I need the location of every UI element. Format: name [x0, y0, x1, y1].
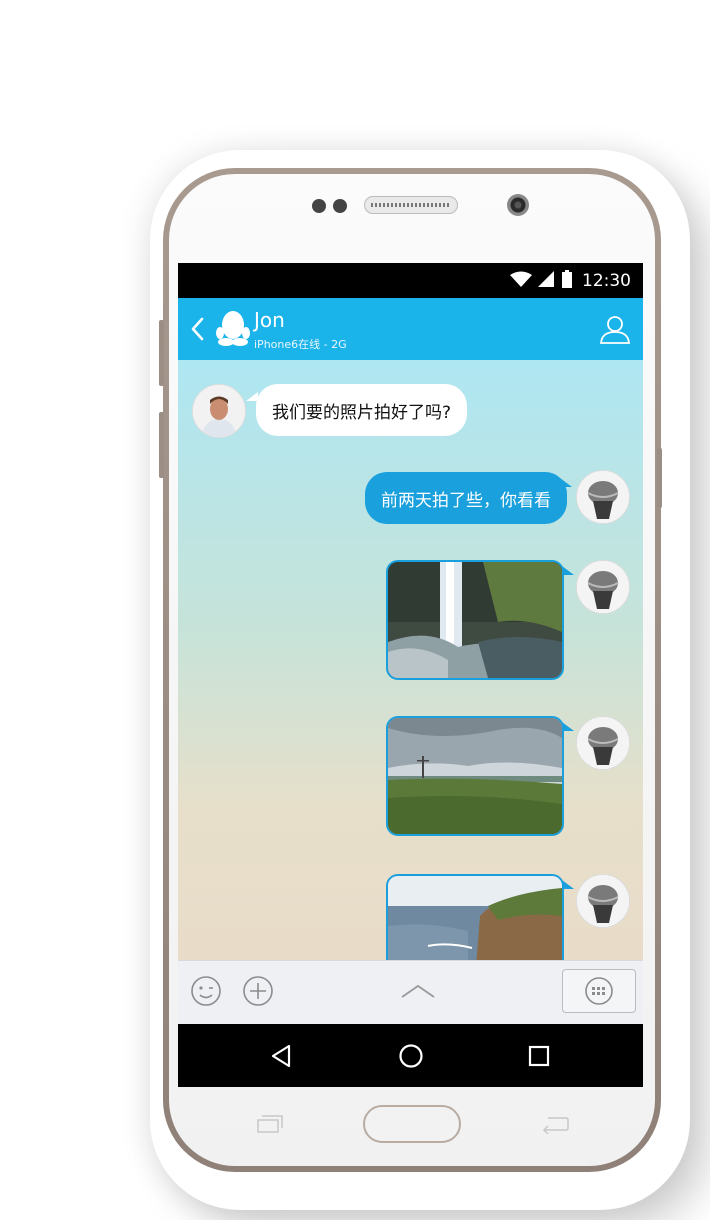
message-text: 前两天拍了些，你看看 [381, 490, 551, 511]
chevron-up-icon[interactable] [400, 983, 436, 1003]
back-triangle-icon[interactable] [270, 1044, 292, 1072]
contact-name: Jon [254, 308, 285, 332]
message-bubble-incoming[interactable]: 我们要的照片拍好了吗? [256, 384, 468, 436]
user-profile-icon[interactable] [599, 313, 631, 349]
message-bubble-outgoing[interactable]: 前两天拍了些，你看看 [365, 472, 567, 524]
plus-circle-icon[interactable] [242, 975, 274, 1011]
volume-up-button [159, 320, 164, 386]
power-button [657, 448, 662, 508]
contact-status: iPhone6在线 - 2G [254, 338, 347, 351]
recent-apps-key-icon [256, 1114, 284, 1138]
chat-messages: 我们要的照片拍好了吗? 前两天拍了些，你看看 [178, 360, 643, 960]
avatar-me[interactable] [576, 560, 630, 614]
status-time: 12:30 [582, 270, 631, 291]
earpiece-speaker [364, 196, 458, 214]
image-message-waterfall[interactable] [386, 560, 564, 680]
qq-penguin-icon [216, 309, 250, 351]
battery-icon [562, 269, 572, 292]
android-nav-bar [178, 1024, 643, 1087]
home-key [363, 1105, 461, 1143]
chat-input-bar [178, 960, 643, 1025]
avatar-me[interactable] [576, 716, 630, 770]
wifi-icon [510, 271, 532, 291]
sensor-dot [333, 199, 347, 213]
signal-icon [538, 270, 554, 291]
back-key-icon [540, 1114, 570, 1138]
chat-header: Jon iPhone6在线 - 2G [178, 298, 643, 360]
avatar-me[interactable] [576, 874, 630, 928]
home-circle-icon[interactable] [398, 1043, 424, 1073]
chevron-left-icon[interactable] [190, 317, 204, 345]
front-camera [507, 194, 529, 216]
recents-square-icon[interactable] [528, 1045, 550, 1071]
sensor-dot [312, 199, 326, 213]
phone-screen: 12:30 Jon iPhone6在线 - 2G 我们要的照片拍好了吗? 前两天… [178, 263, 643, 1087]
keyboard-icon[interactable] [562, 969, 636, 1013]
emoji-icon[interactable] [190, 975, 222, 1011]
message-text: 我们要的照片拍好了吗? [272, 402, 452, 423]
volume-down-button [159, 412, 164, 478]
image-message-grassland[interactable] [386, 716, 564, 836]
status-bar: 12:30 [178, 263, 643, 298]
image-message-cliff[interactable] [386, 874, 564, 960]
avatar-contact[interactable] [192, 384, 246, 438]
avatar-me[interactable] [576, 470, 630, 524]
